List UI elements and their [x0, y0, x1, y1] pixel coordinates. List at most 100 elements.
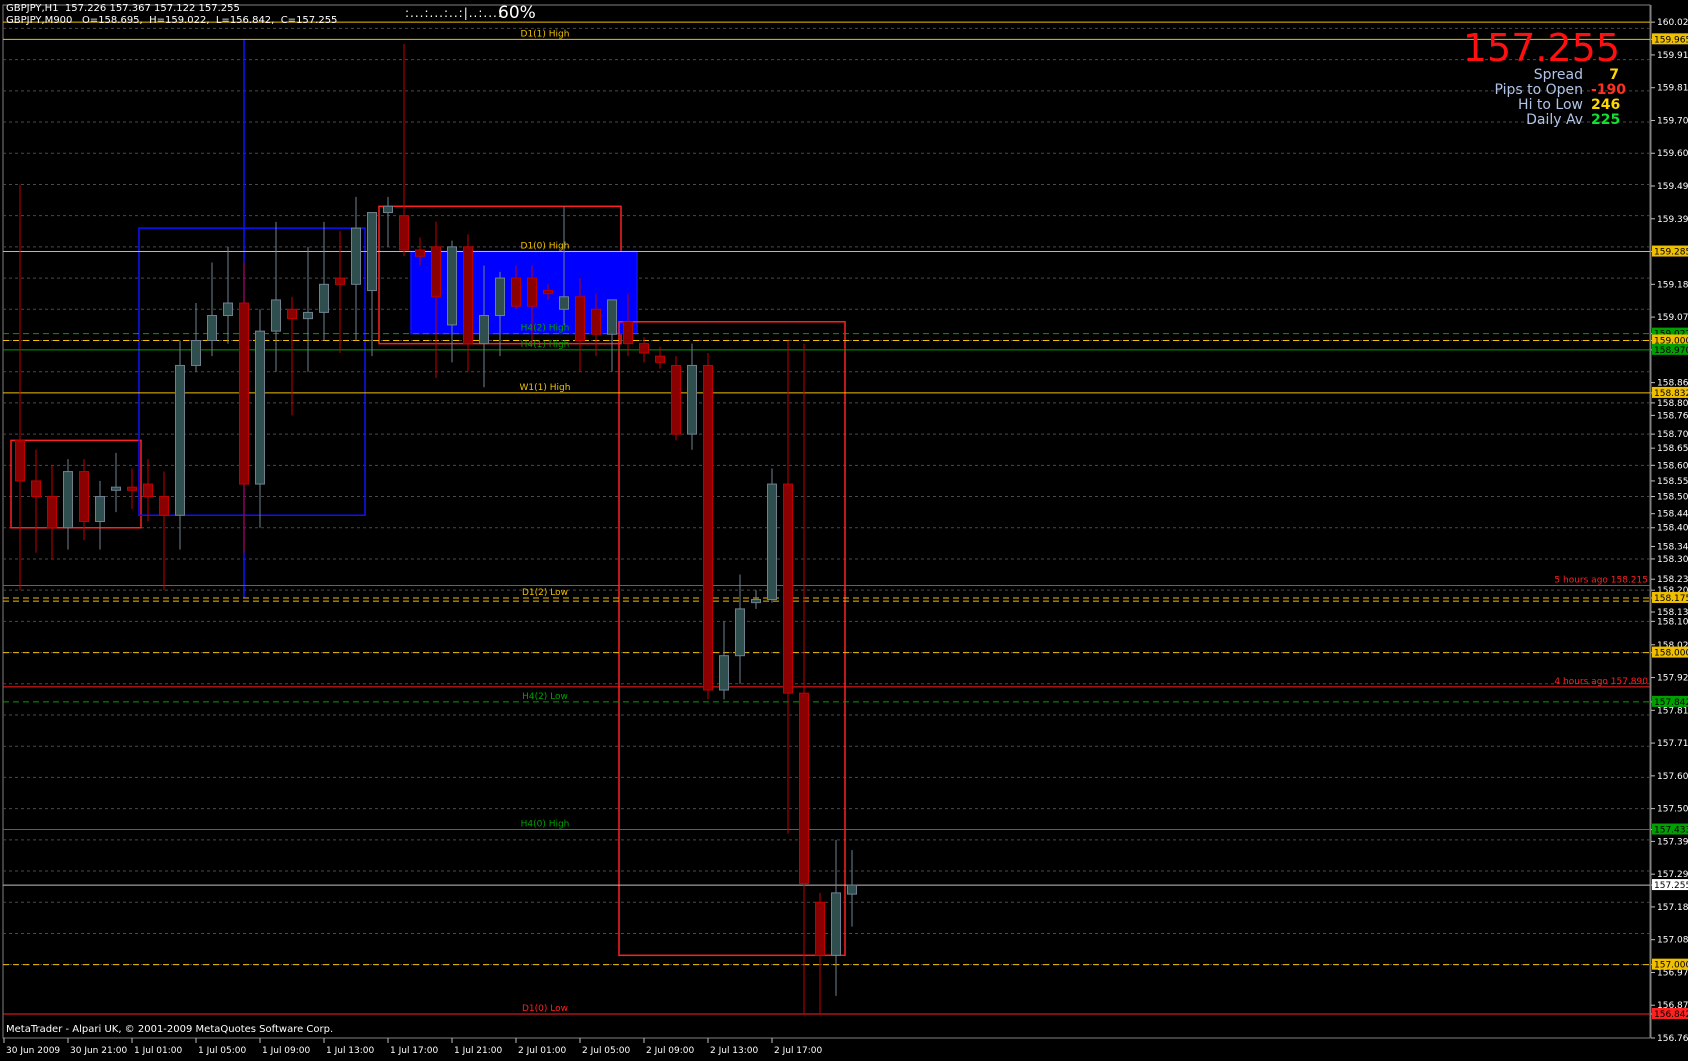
candle-body[interactable]	[575, 296, 585, 341]
info-row: Pips to Open -190	[1494, 83, 1626, 98]
candle-body[interactable]	[303, 311, 313, 320]
time-tick-label: 2 Jul 09:00	[646, 1046, 695, 1056]
price-tick-label: 158.800	[1657, 399, 1688, 409]
price-axis-tag-label: 159.285	[1654, 248, 1688, 258]
zoom-label: 60%	[498, 3, 536, 23]
price-axis-tag-label: 157.842	[1654, 698, 1688, 708]
candle-body[interactable]	[607, 299, 617, 335]
candle-body[interactable]	[127, 486, 137, 491]
price-tick-label: 160.020	[1657, 18, 1688, 28]
info-panel: Spread 7 Pips to Open -190 Hi to Low 246 Daily…	[1359, 68, 1626, 128]
candle-body[interactable]	[159, 496, 169, 516]
candle-body[interactable]	[783, 483, 793, 694]
candle-body[interactable]	[191, 339, 201, 366]
price-tick-label: 157.605	[1657, 772, 1688, 782]
candle-body[interactable]	[831, 892, 841, 956]
trading-chart-window[interactable]: D1(1) High D1(0) High H4(2) High H4(1) High…	[0, 0, 1688, 1057]
price-axis-tag-label: 158.832	[1654, 389, 1688, 399]
price-tick-label: 159.705	[1657, 116, 1688, 126]
candle-body[interactable]	[415, 249, 425, 257]
candle-body[interactable]	[63, 471, 73, 529]
candle-body[interactable]	[527, 277, 537, 307]
price-tick-label: 159.075	[1657, 313, 1688, 323]
price-tick-label: 157.500	[1657, 805, 1688, 815]
level-label: 4 hours ago 157.890	[1554, 677, 1648, 687]
candle-body[interactable]	[367, 212, 377, 292]
candle-body[interactable]	[351, 227, 361, 285]
candle-body[interactable]	[655, 355, 665, 363]
candle-body[interactable]	[815, 901, 825, 956]
candle-body[interactable]	[143, 483, 153, 498]
candle-body[interactable]	[799, 692, 809, 885]
candle-body[interactable]	[31, 480, 41, 498]
price-tick-label: 158.600	[1657, 461, 1688, 471]
info-row: Spread 7	[1534, 68, 1619, 83]
price-axis-tag-label: 158.000	[1654, 649, 1688, 659]
candle-body[interactable]	[47, 496, 57, 529]
candle-body[interactable]	[751, 599, 761, 604]
symbol-ohlc-line2: GBPJPY,M900 O=158.695, H=159.022, L=156.…	[6, 15, 338, 26]
price-tick-label: 159.495	[1657, 182, 1688, 192]
candle-body[interactable]	[239, 302, 249, 485]
time-tick-label: 30 Jun 21:00	[70, 1046, 127, 1056]
level-label: H4(1) High	[521, 340, 570, 350]
price-tick-label: 157.080	[1657, 936, 1688, 946]
info-row-label: Daily Av	[1526, 112, 1583, 128]
candle-body[interactable]	[735, 608, 745, 657]
time-tick-label: 1 Jul 17:00	[390, 1046, 439, 1056]
candle-body[interactable]	[15, 439, 25, 482]
candle-body[interactable]	[767, 483, 777, 601]
candle-body[interactable]	[399, 215, 409, 251]
candle-body[interactable]	[111, 486, 121, 491]
candle-body[interactable]	[543, 290, 553, 295]
candle-body[interactable]	[207, 315, 217, 341]
level-label: D1(2) Low	[522, 588, 568, 598]
candle-body[interactable]	[511, 277, 521, 307]
candle-body[interactable]	[495, 277, 505, 317]
time-tick-label: 2 Jul 01:00	[518, 1046, 567, 1056]
info-row: Hi to Low 246	[1518, 98, 1620, 113]
candle-body[interactable]	[639, 343, 649, 354]
price-tick-label: 158.340	[1657, 542, 1688, 552]
candle-body[interactable]	[287, 308, 297, 320]
level-label: W1(1) High	[520, 383, 571, 393]
price-tick-label: 158.655	[1657, 444, 1688, 454]
candle-body[interactable]	[175, 364, 185, 516]
price-tick-label: 157.185	[1657, 903, 1688, 913]
candle-body[interactable]	[255, 330, 265, 485]
candle-body[interactable]	[623, 321, 633, 345]
candle-body[interactable]	[271, 299, 281, 332]
price-tick-label: 158.235	[1657, 575, 1688, 585]
candle-body[interactable]	[95, 496, 105, 522]
candle-body[interactable]	[223, 302, 233, 317]
candle-body[interactable]	[719, 655, 729, 691]
current-price: 157.255	[1462, 26, 1620, 70]
price-tick-label: 157.395	[1657, 837, 1688, 847]
price-tick-label: 158.700	[1657, 430, 1688, 440]
candle-body[interactable]	[671, 364, 681, 435]
level-label: D1(1) High	[521, 29, 570, 39]
candle-body[interactable]	[447, 246, 457, 326]
price-axis-tag-label: 156.842	[1654, 1010, 1688, 1020]
candle-body[interactable]	[79, 471, 89, 523]
candle-body[interactable]	[847, 884, 857, 895]
candle-body[interactable]	[463, 246, 473, 345]
level-label: H4(2) High	[521, 324, 570, 334]
price-chart[interactable]: D1(1) High D1(0) High H4(2) High H4(1) High…	[0, 0, 1688, 1057]
candle-body[interactable]	[431, 246, 441, 298]
candle-body[interactable]	[335, 277, 345, 285]
price-tick-label: 158.400	[1657, 524, 1688, 534]
info-row: Daily Av 225	[1526, 112, 1620, 128]
candle-body[interactable]	[383, 205, 393, 214]
candle-body[interactable]	[479, 315, 489, 345]
candle-body[interactable]	[319, 283, 329, 313]
candle-body[interactable]	[559, 296, 569, 310]
price-axis-tag-label: 158.970	[1654, 346, 1688, 356]
time-tick-label: 2 Jul 13:00	[710, 1046, 759, 1056]
candle-body[interactable]	[687, 364, 697, 435]
candle-body[interactable]	[703, 364, 713, 691]
price-tick-label: 157.920	[1657, 674, 1688, 684]
copyright-text: MetaTrader - Alpari UK, © 2001-2009 Meta…	[6, 1024, 334, 1035]
price-tick-label: 156.765	[1657, 1034, 1688, 1044]
candle-body[interactable]	[591, 308, 601, 335]
